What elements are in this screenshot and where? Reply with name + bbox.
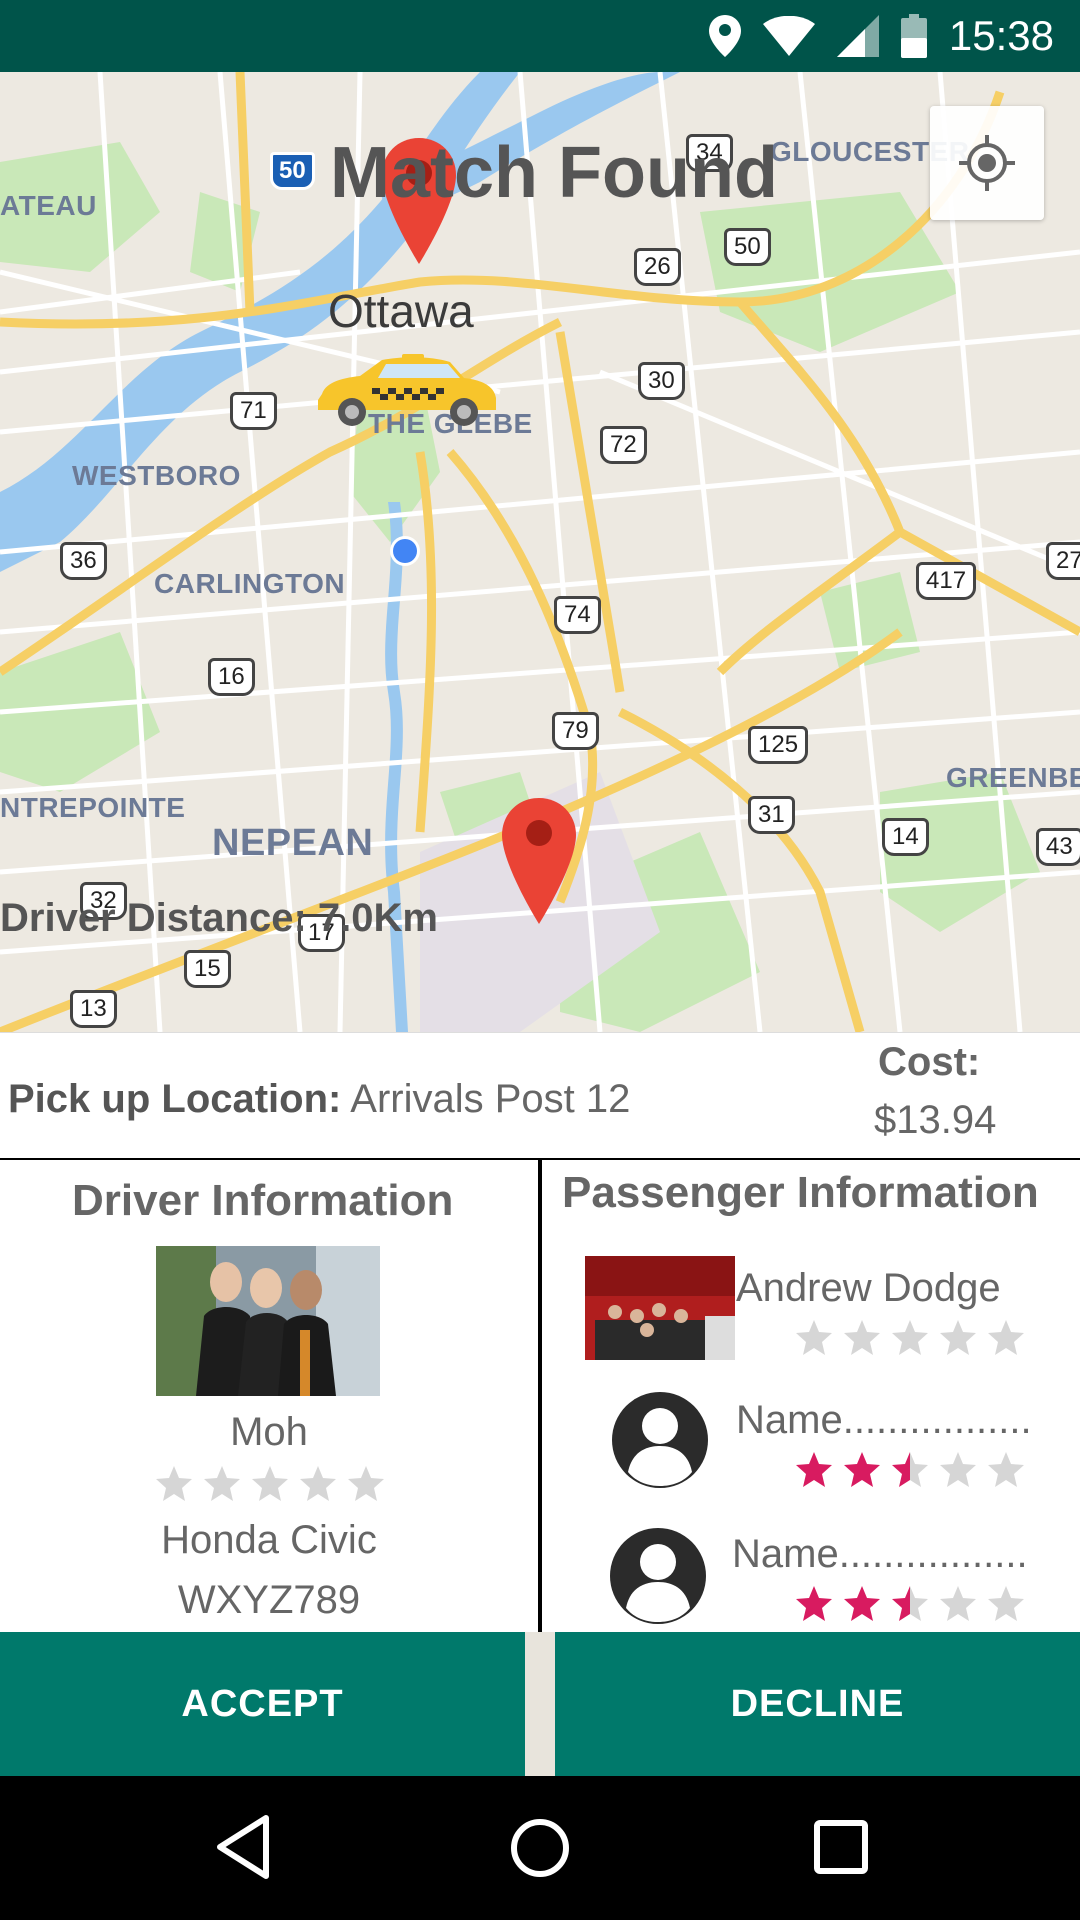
star-icon	[796, 1452, 832, 1487]
star-icon	[300, 1466, 336, 1501]
star-icon	[796, 1586, 832, 1621]
location-icon	[708, 15, 741, 57]
driver-photo	[156, 1246, 380, 1396]
user-avatar-icon	[612, 1392, 708, 1488]
accept-button[interactable]: ACCEPT	[0, 1632, 525, 1776]
driver-plate: WXYZ789	[177, 1578, 361, 1622]
highway-shield: 74	[554, 596, 601, 634]
star-icon	[988, 1320, 1024, 1355]
star-icon	[940, 1320, 976, 1355]
star-icon	[988, 1586, 1024, 1621]
star-icon	[844, 1452, 880, 1487]
star-icon	[796, 1320, 832, 1355]
user-avatar-icon	[610, 1528, 706, 1624]
highway-shield: 43	[1036, 828, 1080, 866]
cost-value: $13.94	[874, 1098, 997, 1142]
pickup-label: Pick up Location:	[8, 1077, 342, 1121]
highway-shield: 36	[60, 542, 107, 580]
star-icon	[156, 1466, 192, 1501]
driver-rating	[154, 1464, 386, 1504]
highway-shield: 417	[916, 562, 977, 600]
highway-shield: 27	[1046, 542, 1080, 580]
star-icon	[892, 1452, 928, 1487]
star-icon	[892, 1320, 928, 1355]
star-icon	[940, 1452, 976, 1487]
highway-shield: 30	[638, 362, 685, 400]
home-icon[interactable]	[510, 1818, 570, 1878]
star-icon	[844, 1320, 880, 1355]
highway-shield: 50	[270, 152, 315, 190]
highway-shield: 14	[882, 818, 929, 856]
map-label-greenbelt: GREENBE	[946, 762, 1080, 793]
cost-label: Cost:	[878, 1040, 981, 1084]
map-label-carlington: CARLINGTON	[154, 568, 346, 599]
passenger-rating	[794, 1584, 1026, 1624]
driver-name: Moh	[230, 1410, 308, 1454]
map-label-westboro: WESTBORO	[72, 460, 241, 491]
highway-shield: 15	[184, 950, 231, 988]
button-divider	[525, 1632, 555, 1776]
highway-shield: 79	[552, 712, 599, 750]
highway-shield: 13	[70, 990, 117, 1028]
passenger-photo	[585, 1256, 735, 1360]
map-view[interactable]: ATEAU GLOUCESTER THE GLEBE WESTBORO CARL…	[0, 72, 1080, 1032]
highway-shield: 16	[208, 658, 255, 696]
back-icon[interactable]	[214, 1814, 270, 1880]
star-icon	[892, 1586, 928, 1621]
match-found-title: Match Found	[330, 133, 778, 213]
driver-distance-label: Driver Distance:	[0, 896, 307, 940]
highway-shield: 31	[748, 796, 795, 834]
pickup-location: Pick up Location: Arrivals Post 12	[8, 1077, 630, 1122]
map-city-label: Ottawa	[328, 285, 474, 337]
star-icon	[252, 1466, 288, 1501]
map-label-nepean: NEPEAN	[212, 822, 374, 864]
star-icon	[348, 1466, 384, 1501]
recents-icon[interactable]	[814, 1820, 868, 1874]
signal-icon	[836, 15, 879, 57]
star-icon	[988, 1452, 1024, 1487]
star-icon	[204, 1466, 240, 1501]
driver-distance-value: 7.0Km	[317, 896, 438, 940]
wifi-icon	[762, 16, 815, 56]
status-bar: 15:38	[0, 0, 1080, 72]
navigation-bar	[0, 1776, 1080, 1920]
highway-shield: 71	[230, 392, 277, 430]
passenger-rating	[794, 1318, 1026, 1358]
decline-button[interactable]: DECLINE	[555, 1632, 1080, 1776]
passenger-name: Name.................	[732, 1532, 1028, 1576]
highway-shield: 125	[748, 726, 809, 764]
highway-shield: 72	[600, 426, 647, 464]
battery-icon	[900, 14, 927, 58]
my-location-icon	[959, 135, 1015, 191]
star-icon	[940, 1586, 976, 1621]
passenger-name: Andrew Dodge	[736, 1266, 1001, 1310]
map-label-centrepointe: NTREPOINTE	[0, 792, 186, 823]
status-time: 15:38	[948, 12, 1054, 59]
passenger-name: Name.................	[736, 1398, 1032, 1442]
passenger-rating	[794, 1450, 1026, 1490]
driver-car: Honda Civic	[161, 1518, 377, 1562]
passenger-section-title: Passenger Information	[562, 1168, 1039, 1217]
taxi-icon	[318, 354, 496, 426]
my-location-button[interactable]	[930, 106, 1044, 220]
star-icon	[844, 1586, 880, 1621]
driver-section-title: Driver Information	[72, 1176, 454, 1225]
pickup-value: Arrivals Post 12	[350, 1077, 631, 1121]
driver-distance: Driver Distance: 7.0Km	[0, 896, 438, 941]
map-marker-icon	[502, 798, 576, 924]
map-label-ateau: ATEAU	[0, 190, 97, 221]
highway-shield: 26	[634, 248, 681, 286]
highway-shield: 50	[724, 228, 771, 266]
current-location-dot	[390, 536, 420, 566]
